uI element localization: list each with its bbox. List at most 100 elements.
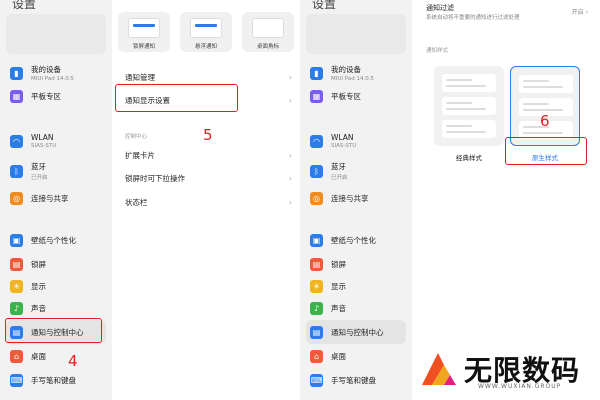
sidebar-item-bluetooth[interactable]: ᛒ 蓝牙 已开启 — [6, 158, 106, 184]
sidebar-item-wlan[interactable]: ◠ WLAN SIAS-STU — [306, 128, 406, 154]
section-header-control-center: 控制中心 — [125, 134, 148, 140]
settings-title: 设置 — [312, 0, 337, 11]
sidebar-item-label: 锁屏 — [331, 259, 346, 269]
sidebar-item-display[interactable]: ☀ 显示 — [6, 274, 106, 298]
sidebar-item-label: 我的设备 — [331, 65, 361, 74]
row-status-bar[interactable]: 状态栏 › — [120, 191, 296, 213]
sidebar-item-label: 平板专区 — [331, 91, 361, 101]
sidebar-item-label: 手写笔和键盘 — [31, 375, 76, 385]
preview-line — [523, 132, 563, 134]
highlight-step-5 — [115, 84, 238, 112]
row-expand-cards[interactable]: 扩展卡片 › — [120, 144, 296, 166]
preview-line — [523, 103, 549, 105]
classic-style-preview[interactable] — [434, 66, 504, 146]
wallpaper-icon: ▣ — [310, 233, 323, 247]
preview-card — [442, 74, 496, 92]
sidebar-item-label: 蓝牙 — [331, 162, 346, 171]
desktop-icon: ⌂ — [10, 349, 23, 363]
sidebar-item-sound[interactable]: ♪ 声音 — [306, 296, 406, 320]
preview-line — [446, 79, 472, 81]
bluetooth-icon: ᛒ — [310, 164, 323, 178]
sidebar-item-label: WLAN — [31, 133, 54, 142]
sidebar-item-sub: 已开启 — [31, 175, 48, 181]
lock-screen-icon: ▤ — [10, 257, 23, 271]
sidebar-item-label: 锁屏 — [31, 259, 46, 269]
device-icon: ▮ — [310, 66, 323, 80]
sound-icon: ♪ — [310, 301, 323, 315]
sidebar-item-display[interactable]: ☀ 显示 — [306, 274, 406, 298]
wuxian-logo-icon — [422, 353, 456, 385]
connection-share-icon: ◎ — [10, 191, 23, 205]
row-lockscreen-pulldown[interactable]: 锁屏时可下拉操作 › — [120, 167, 296, 189]
sidebar-item-label: 显示 — [31, 281, 46, 291]
settings-sidebar-2: 设置 ▮ 我的设备 MIUI Pad 14.0.5 ▦ 平板专区 ◠ WLAN SI… — [300, 0, 412, 400]
watermark-url: WWW.WUXIAN.GROUP — [478, 383, 562, 390]
sidebar-item-wallpaper[interactable]: ▣ 壁纸与个性化 — [306, 228, 406, 252]
tablet-zone-icon: ▦ — [10, 89, 23, 103]
notification-style-header: 通知样式 — [426, 48, 449, 54]
sidebar-item-connection-share[interactable]: ◎ 连接与共享 — [306, 186, 406, 210]
row-label: 锁屏时可下拉操作 — [125, 173, 185, 183]
account-card[interactable] — [306, 14, 406, 54]
notification-filter-value[interactable]: 开启 › — [572, 7, 588, 16]
step-number-4: 4 — [68, 352, 78, 370]
notification-display-settings-panel: 通知过滤 系统自动将不重要的通知进行过滤处理 开启 › 通知样式 经典样式 原生… — [412, 0, 600, 400]
sidebar-item-label: 壁纸与个性化 — [31, 235, 76, 245]
sidebar-item-connection-share[interactable]: ◎ 连接与共享 — [6, 186, 106, 210]
sidebar-item-lock-screen[interactable]: ▤ 锁屏 — [306, 252, 406, 276]
preview-line — [446, 102, 472, 104]
sidebar-item-stylus-keyboard[interactable]: ⌨ 手写笔和键盘 — [6, 368, 106, 392]
step-number-5: 5 — [203, 126, 213, 144]
sidebar-item-sub: SIAS-STU — [31, 143, 57, 149]
sidebar-item-bluetooth[interactable]: ᛒ 蓝牙 已开启 — [306, 158, 406, 184]
chevron-right-icon: › — [288, 150, 292, 160]
preview-card — [442, 120, 496, 138]
notification-filter-desc: 系统自动将不重要的通知进行过滤处理 — [426, 15, 520, 21]
sidebar-item-my-device[interactable]: ▮ 我的设备 MIUI Pad 14.0.5 — [306, 60, 406, 86]
chevron-right-icon: › — [288, 173, 292, 183]
desktop-icon: ⌂ — [310, 349, 323, 363]
desktop-badge-thumb[interactable]: 桌面角标 — [242, 12, 294, 52]
device-icon: ▮ — [10, 66, 23, 80]
account-card[interactable] — [6, 14, 106, 54]
row-label: 通知管理 — [125, 72, 155, 82]
wuxian-watermark: 无限数码 WWW.WUXIAN.GROUP — [418, 346, 598, 394]
preview-line — [523, 80, 549, 82]
wallpaper-icon: ▣ — [10, 233, 23, 247]
lockscreen-notification-thumb[interactable]: 锁屏通知 — [118, 12, 170, 52]
sidebar-item-label: 我的设备 — [31, 65, 61, 74]
sidebar-item-lock-screen[interactable]: ▤ 锁屏 — [6, 252, 106, 276]
sidebar-item-sub: MIUI Pad 14.0.5 — [31, 76, 74, 82]
highlight-step-4 — [5, 318, 102, 343]
row-label: 状态栏 — [125, 197, 148, 207]
wifi-icon: ◠ — [10, 134, 23, 148]
sidebar-item-label: 壁纸与个性化 — [331, 235, 376, 245]
sidebar-item-label: 通知与控制中心 — [331, 327, 384, 337]
sidebar-item-sound[interactable]: ♪ 声音 — [6, 296, 106, 320]
sidebar-item-wallpaper[interactable]: ▣ 壁纸与个性化 — [6, 228, 106, 252]
sidebar-item-label: 声音 — [331, 303, 346, 313]
floating-notification-thumb[interactable]: 悬浮通知 — [180, 12, 232, 52]
sidebar-item-tablet-zone[interactable]: ▦ 平板专区 — [306, 84, 406, 108]
sidebar-item-label: 声音 — [31, 303, 46, 313]
sidebar-item-wlan[interactable]: ◠ WLAN SIAS-STU — [6, 128, 106, 154]
thumb-caption: 锁屏通知 — [132, 44, 155, 50]
sidebar-item-stylus-keyboard[interactable]: ⌨ 手写笔和键盘 — [306, 368, 406, 392]
sidebar-item-desktop[interactable]: ⌂ 桌面 — [306, 344, 406, 368]
bluetooth-icon: ᛒ — [10, 164, 23, 178]
sidebar-item-label: 连接与共享 — [31, 193, 69, 203]
settings-title: 设置 — [12, 0, 37, 11]
wifi-icon: ◠ — [310, 134, 323, 148]
row-label: 扩展卡片 — [125, 150, 155, 160]
thumb-preview-bar — [195, 24, 217, 27]
sidebar-item-notification-center[interactable]: ▤ 通知与控制中心 — [306, 320, 406, 344]
sidebar-item-label: WLAN — [331, 133, 354, 142]
sidebar-item-tablet-zone[interactable]: ▦ 平板专区 — [6, 84, 106, 108]
native-style-preview[interactable] — [510, 66, 580, 146]
display-icon: ☀ — [310, 279, 323, 293]
preview-line — [523, 109, 563, 111]
sidebar-item-desktop[interactable]: ⌂ 桌面 — [6, 344, 106, 368]
sidebar-item-my-device[interactable]: ▮ 我的设备 MIUI Pad 14.0.5 — [6, 60, 106, 86]
sidebar-item-label: 连接与共享 — [331, 193, 369, 203]
sidebar-item-sub: MIUI Pad 14.0.5 — [331, 76, 374, 82]
